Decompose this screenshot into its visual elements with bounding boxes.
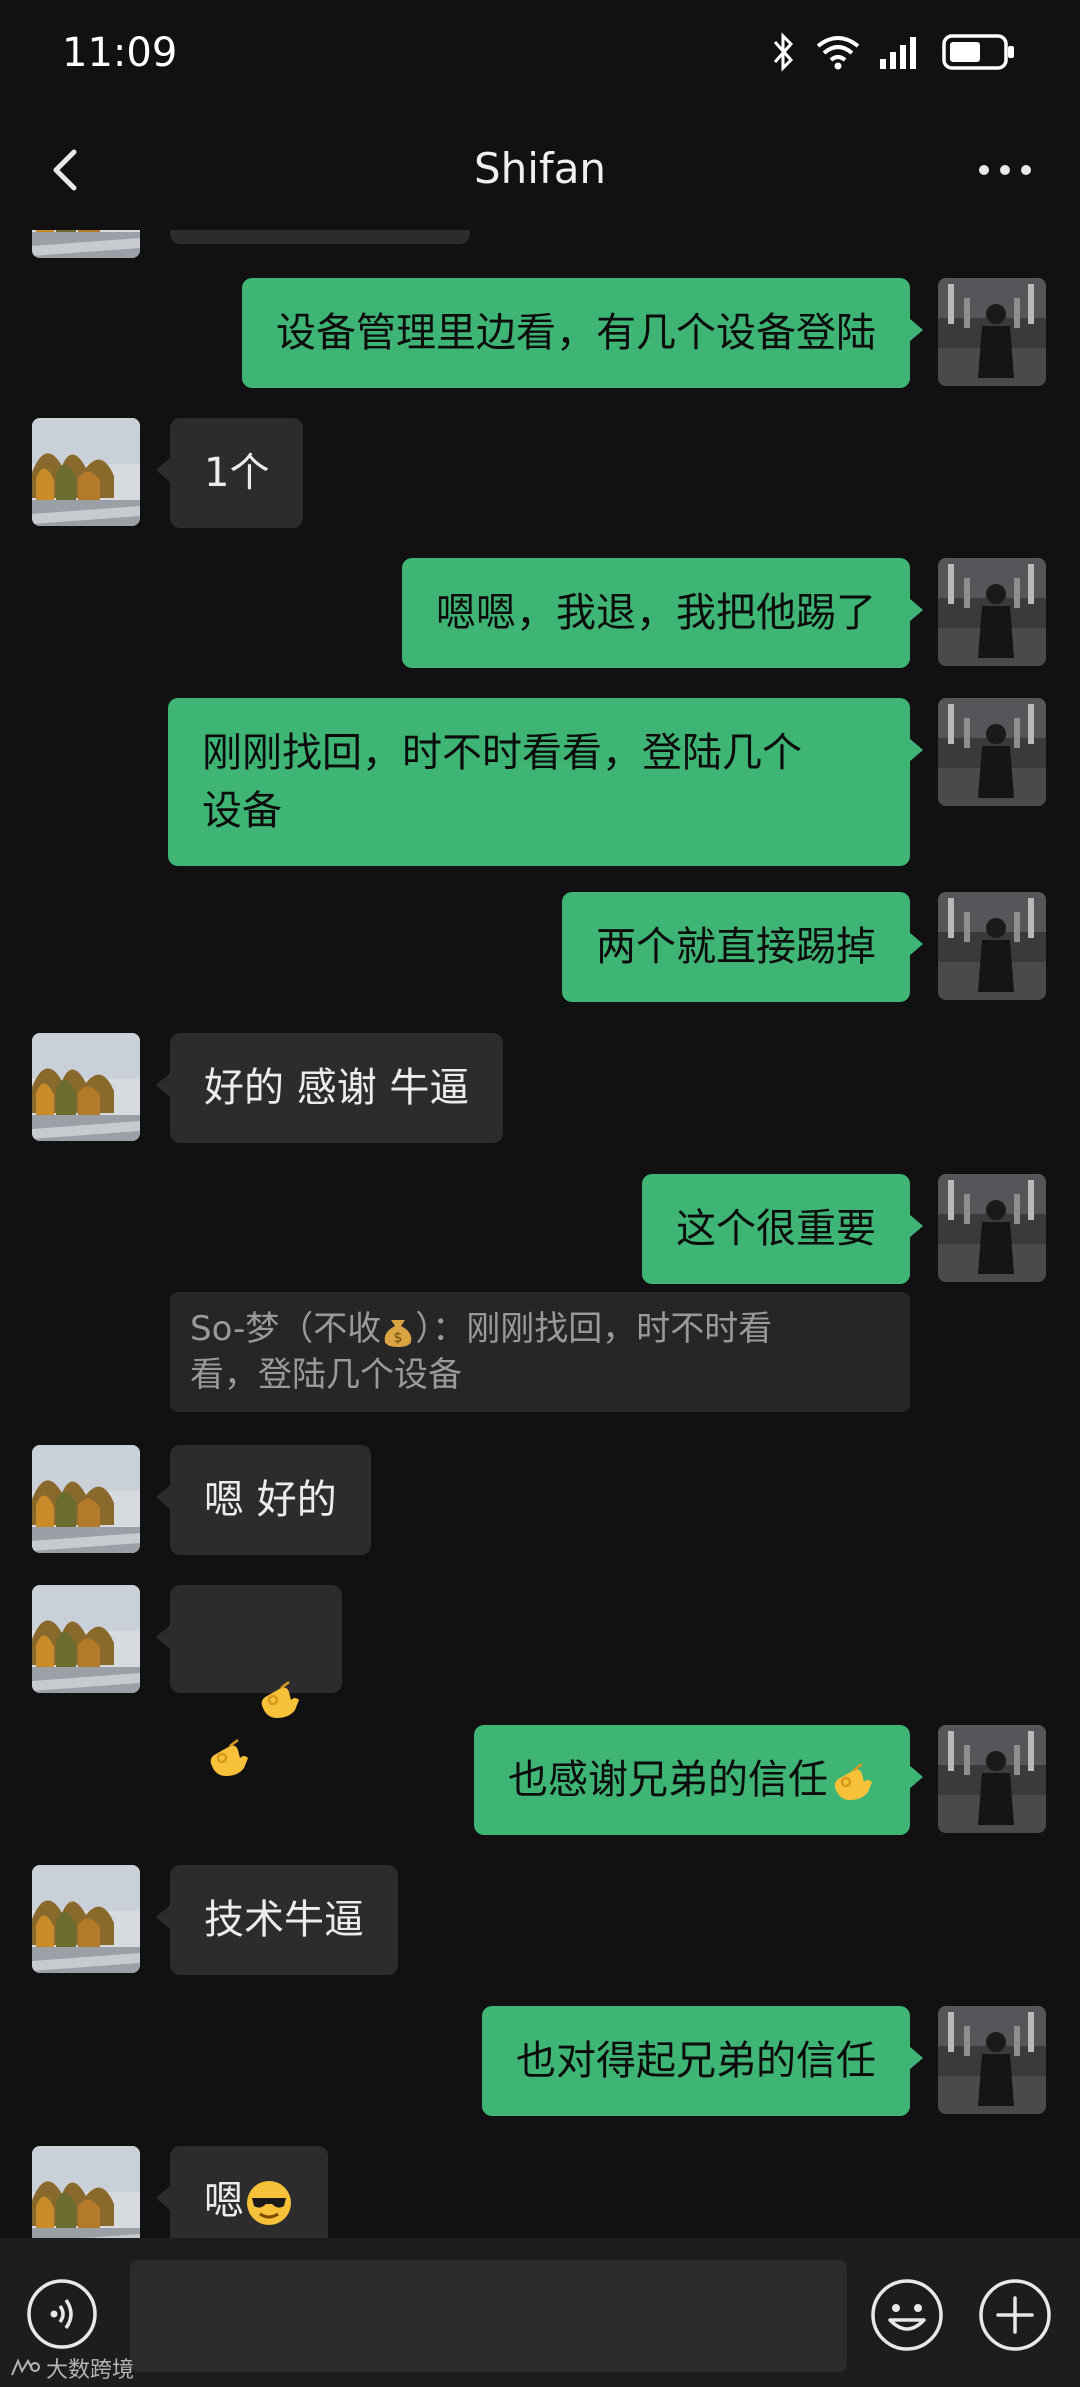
bubble-tail: [156, 1485, 170, 1509]
bubble-tail: [909, 2046, 923, 2070]
message-bubble-sent[interactable]: 两个就直接踢掉: [562, 892, 910, 1002]
status-bar: 11:09: [0, 0, 1080, 110]
friend-avatar[interactable]: [32, 1585, 140, 1693]
chat-title: Shifan: [473, 144, 607, 193]
ok-hand-icon: [209, 1738, 250, 1778]
wifi-icon: [816, 36, 860, 70]
message-input[interactable]: [130, 2260, 847, 2372]
my-avatar[interactable]: [938, 892, 1046, 1000]
voice-icon[interactable]: [26, 2278, 98, 2350]
my-avatar[interactable]: [938, 1725, 1046, 1833]
bubble-tail: [909, 318, 923, 342]
message-bubble-sent[interactable]: 也对得起兄弟的信任: [482, 2006, 910, 2116]
bubble-tail: [909, 1765, 923, 1789]
signal-icon: [880, 37, 916, 69]
friend-avatar[interactable]: [32, 230, 140, 258]
message-bubble-received[interactable]: 好的 感谢 牛逼: [170, 1033, 504, 1143]
message-bubble-sent[interactable]: 设备管理里边看，有几个设备登陆: [242, 278, 910, 388]
money-bag-icon: $: [385, 1319, 412, 1347]
friend-avatar[interactable]: [32, 1445, 140, 1553]
watermark-text: 大数跨境: [46, 2358, 135, 2383]
friend-avatar[interactable]: [32, 1865, 140, 1973]
emoji-picker-icon[interactable]: [870, 2278, 944, 2352]
svg-text:$: $: [394, 1330, 403, 1346]
ok-hand-icon: [260, 1680, 301, 1720]
status-icons: [772, 30, 1016, 74]
bubble-tail: [156, 1625, 170, 1649]
quoted-message[interactable]: So-梦（不收 $ ）：刚刚找回，时不时看 看，登陆几个设备: [170, 1292, 910, 1412]
friend-avatar[interactable]: [32, 1033, 140, 1141]
chat-list[interactable]: 设备管理里边看，有几个设备登陆 1个 嗯嗯，我退，我把他踢了 刚刚找回，时不时看…: [0, 230, 1080, 2238]
message-bubble-sent[interactable]: 也感谢兄弟的信任: [474, 1725, 910, 1835]
ok-hand-icon: [833, 1762, 874, 1802]
my-avatar[interactable]: [938, 1174, 1046, 1282]
quote-sender: So-梦（不收: [190, 1309, 382, 1349]
message-bubble-sent[interactable]: 刚刚找回，时不时看看，登陆几个 设备: [168, 698, 910, 866]
bubble-tail: [909, 932, 923, 956]
sunglasses-face-icon: [247, 2181, 291, 2225]
friend-avatar[interactable]: [32, 2146, 140, 2238]
my-avatar[interactable]: [938, 278, 1046, 386]
bubble-tail: [909, 738, 923, 762]
bluetooth-icon: [773, 32, 794, 72]
friend-avatar[interactable]: [32, 418, 140, 526]
bubble-tail: [156, 2186, 170, 2210]
message-bubble-received[interactable]: [170, 1585, 342, 1778]
status-time: 11:09: [62, 30, 178, 76]
bubble-tail: [156, 458, 170, 482]
message-bubble-sent[interactable]: 嗯嗯，我退，我把他踢了: [402, 558, 910, 668]
message-text: 嗯: [204, 2178, 244, 2224]
bubble-tail: [156, 1073, 170, 1097]
my-avatar[interactable]: [938, 698, 1046, 806]
message-bubble-received[interactable]: 嗯: [170, 2146, 328, 2238]
battery-icon: [942, 34, 1014, 70]
more-actions-plus-icon[interactable]: [978, 2278, 1052, 2352]
message-text: 也感谢兄弟的信任: [508, 1757, 828, 1803]
more-options-icon[interactable]: [970, 150, 1040, 190]
my-avatar[interactable]: [938, 558, 1046, 666]
bubble-tail: [909, 1214, 923, 1238]
bubble-tail: [156, 1905, 170, 1929]
message-bubble-received[interactable]: 技术牛逼: [170, 1865, 398, 1975]
input-bar: [0, 2238, 1080, 2387]
nav-bar: Shifan: [0, 110, 1080, 230]
quote-sender-suffix: ）：: [415, 1309, 467, 1349]
message-bubble-sent[interactable]: 这个很重要: [642, 1174, 910, 1284]
message-bubble-received[interactable]: 嗯 好的: [170, 1445, 371, 1555]
message-bubble-received[interactable]: 1个: [170, 418, 304, 528]
watermark: 大数跨境: [10, 2352, 134, 2384]
message-bubble-partial: [170, 230, 470, 244]
bubble-tail: [909, 598, 923, 622]
my-avatar[interactable]: [938, 2006, 1046, 2114]
watermark-logo-icon: [11, 2358, 40, 2376]
